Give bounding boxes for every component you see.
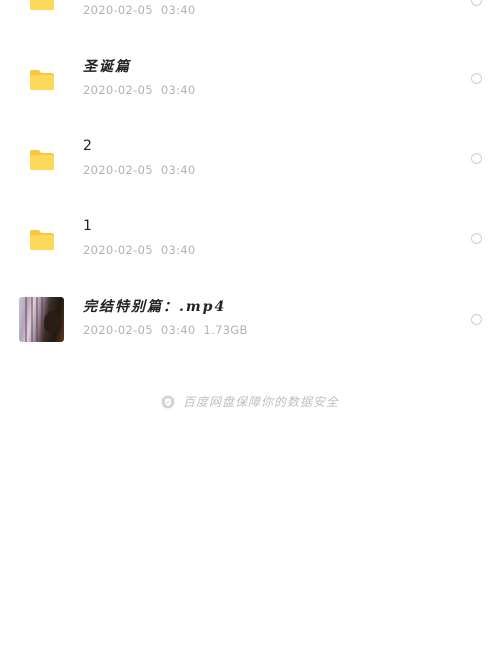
video-thumbnail [19,297,64,342]
select-radio[interactable] [471,153,482,164]
file-name: 圣诞篇 [83,59,131,75]
select-radio[interactable] [471,314,482,325]
file-meta: 2020-02-05 03:40 [83,243,196,257]
file-meta: 2020-02-05 03:40 [83,83,196,97]
folder-icon-wrap [19,218,64,263]
folder-icon-wrap [19,0,64,23]
file-time: 03:40 [160,323,196,337]
file-time: 03:40 [160,83,196,97]
file-date: 2020-02-05 [83,243,153,257]
shield-icon [161,395,175,408]
file-row[interactable]: 1 2020-02-05 03:40 [0,200,500,280]
file-name: 完结特别篇：.mp4 [83,299,227,315]
file-date: 2020-02-05 [83,3,153,17]
file-row[interactable]: 2020-02-05 03:40 [0,0,500,40]
file-date: 2020-02-05 [83,83,153,97]
video-thumbnail-wrap [19,297,64,342]
file-date: 2020-02-05 [83,323,153,337]
folder-icon-wrap [19,58,64,103]
file-meta: 2020-02-05 03:40 1.73GB [83,323,248,337]
folder-icon [30,0,54,10]
file-size: 1.73GB [203,323,248,337]
select-radio[interactable] [471,0,482,6]
security-footer: 百度网盘保障你的数据安全 [0,393,500,410]
file-meta: 2020-02-05 03:40 [83,163,196,177]
file-date: 2020-02-05 [83,163,153,177]
select-radio[interactable] [471,73,482,84]
file-time: 03:40 [160,163,196,177]
file-name: 2 [83,138,92,154]
file-meta: 2020-02-05 03:40 [83,3,196,17]
folder-icon [30,150,54,170]
file-row[interactable]: 完结特别篇：.mp4 2020-02-05 03:40 1.73GB [0,280,500,360]
file-time: 03:40 [160,243,196,257]
file-time: 03:40 [160,3,196,17]
file-row[interactable]: 圣诞篇 2020-02-05 03:40 [0,40,500,120]
footer-text: 百度网盘保障你的数据安全 [182,395,339,409]
file-row[interactable]: 2 2020-02-05 03:40 [0,120,500,200]
folder-icon [30,70,54,90]
folder-icon-wrap [19,138,64,183]
file-name: 1 [83,218,92,234]
folder-icon [30,230,54,250]
select-radio[interactable] [471,233,482,244]
